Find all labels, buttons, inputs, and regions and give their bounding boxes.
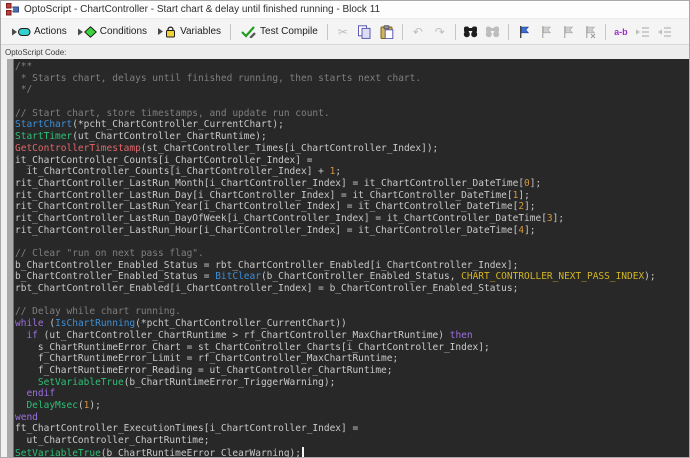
code-line: [15, 295, 689, 307]
undo-arrow-icon: ↶: [413, 26, 423, 38]
variables-button[interactable]: Variables: [152, 23, 226, 40]
find-next-button[interactable]: [483, 23, 503, 41]
blue-flag-icon: [518, 25, 530, 39]
code-line: ut_ChartController_ChartRuntime;: [15, 435, 689, 447]
binoculars-icon: [463, 25, 478, 38]
code-line: [15, 236, 689, 248]
indent-icon: [635, 26, 650, 38]
redo-arrow-icon: ↷: [435, 26, 445, 38]
code-line: SetVariableTrue(b_ChartRuntimeError_Clea…: [15, 447, 689, 457]
code-line: while (IsChartRunning(*pcht_ChartControl…: [15, 318, 689, 330]
editor-label: OptoScript Code:: [5, 48, 66, 57]
outdent-button[interactable]: [655, 23, 675, 41]
paste-button[interactable]: [377, 23, 397, 41]
variable-padlock-icon: [157, 25, 177, 38]
redo-button[interactable]: ↷: [430, 23, 450, 41]
conditions-button[interactable]: Conditions: [72, 24, 152, 40]
code-line: /**: [15, 61, 689, 73]
actions-button[interactable]: Actions: [6, 24, 72, 40]
code-line: // Start chart, store timestamps, and up…: [15, 108, 689, 120]
find-button[interactable]: [461, 23, 481, 41]
code-line: it_ChartController_Counts[i_ChartControl…: [15, 155, 689, 167]
conditions-button-label: Conditions: [100, 26, 147, 37]
replace-button[interactable]: a-b: [611, 23, 631, 41]
scissors-icon: ✂: [338, 26, 348, 38]
optoscript-window: OptoScript - ChartController - Start cha…: [0, 0, 690, 458]
toolbar-separator: [605, 24, 606, 40]
copy-pages-icon: [357, 25, 372, 39]
test-compile-button[interactable]: Test Compile: [235, 23, 323, 40]
test-compile-button-label: Test Compile: [260, 26, 318, 37]
code-line: rbt_ChartController_Enabled[i_ChartContr…: [15, 283, 689, 295]
action-block-icon: [11, 26, 31, 38]
code-line: s_ChartRuntimeError_Chart = st_ChartCont…: [15, 342, 689, 354]
toolbar-separator: [230, 24, 231, 40]
text-caret: [302, 447, 304, 457]
code-text-area[interactable]: /** * Starts chart, delays until finishe…: [14, 59, 689, 457]
code-line: b_ChartController_Enabled_Status = BitCl…: [15, 271, 689, 283]
compile-check-icon: [240, 25, 257, 38]
code-line: StartTimer(ut_ChartController_ChartRunti…: [15, 131, 689, 143]
a-b-icon: a-b: [614, 27, 628, 37]
titlebar: OptoScript - ChartController - Start cha…: [1, 1, 689, 19]
code-line: rit_ChartController_LastRun_Month[i_Char…: [15, 178, 689, 190]
toolbar-separator: [508, 24, 509, 40]
bookmark-previous-button[interactable]: [558, 23, 578, 41]
toolbar-separator: [402, 24, 403, 40]
code-line: wend: [15, 412, 689, 424]
code-line: StartChart(*pcht_ChartController_Current…: [15, 119, 689, 131]
code-line: endif: [15, 388, 689, 400]
binoculars-next-icon: [485, 25, 500, 38]
gray-flag-icon: [540, 25, 552, 39]
code-line: rit_ChartController_LastRun_Year[i_Chart…: [15, 201, 689, 213]
optoscript-app-icon: [6, 3, 19, 16]
gray-flag-icon: [584, 25, 596, 39]
variables-button-label: Variables: [180, 26, 221, 37]
editor-gutter: [7, 59, 14, 457]
code-line: // Clear "run on next pass flag".: [15, 248, 689, 260]
toolbar-separator: [455, 24, 456, 40]
cut-button[interactable]: ✂: [333, 23, 353, 41]
clipboard-icon: [380, 25, 394, 39]
condition-diamond-icon: [77, 26, 97, 38]
bookmark-toggle-button[interactable]: [514, 23, 534, 41]
code-line: f_ChartRuntimeError_Limit = rf_ChartCont…: [15, 353, 689, 365]
outdent-icon: [657, 26, 672, 38]
bookmark-clear-button[interactable]: [580, 23, 600, 41]
code-line: [15, 96, 689, 108]
undo-button[interactable]: ↶: [408, 23, 428, 41]
code-line: * Starts chart, delays until finished ru…: [15, 73, 689, 85]
code-line: f_ChartRuntimeError_Reading = ut_ChartCo…: [15, 365, 689, 377]
code-line: rit_ChartController_LastRun_Day[i_ChartC…: [15, 190, 689, 202]
code-line: rit_ChartController_LastRun_DayOfWeek[i_…: [15, 213, 689, 225]
toolbar: Actions Conditions Variables: [1, 19, 689, 45]
code-line: // Delay while chart running.: [15, 306, 689, 318]
code-editor[interactable]: /** * Starts chart, delays until finishe…: [1, 59, 689, 457]
bookmark-next-button[interactable]: [536, 23, 556, 41]
gray-flag-icon: [562, 25, 574, 39]
code-line: SetVariableTrue(b_ChartRuntimeError_Trig…: [15, 377, 689, 389]
copy-button[interactable]: [355, 23, 375, 41]
toolbar-separator: [327, 24, 328, 40]
window-title: OptoScript - ChartController - Start cha…: [24, 4, 380, 15]
code-line: DelayMsec(1);: [15, 400, 689, 412]
code-line: if (ut_ChartController_ChartRuntime > rf…: [15, 330, 689, 342]
code-line: rit_ChartController_LastRun_Hour[i_Chart…: [15, 225, 689, 237]
code-line: ft_ChartController_ExecutionTimes[i_Char…: [15, 423, 689, 435]
code-line: it_ChartController_Counts[i_ChartControl…: [15, 166, 689, 178]
editor-label-strip: OptoScript Code:: [1, 45, 689, 59]
actions-button-label: Actions: [34, 26, 67, 37]
indent-button[interactable]: [633, 23, 653, 41]
code-line: GetControllerTimestamp(st_ChartControlle…: [15, 143, 689, 155]
code-line: */: [15, 84, 689, 96]
code-line: b_ChartController_Enabled_Status = rbt_C…: [15, 260, 689, 272]
